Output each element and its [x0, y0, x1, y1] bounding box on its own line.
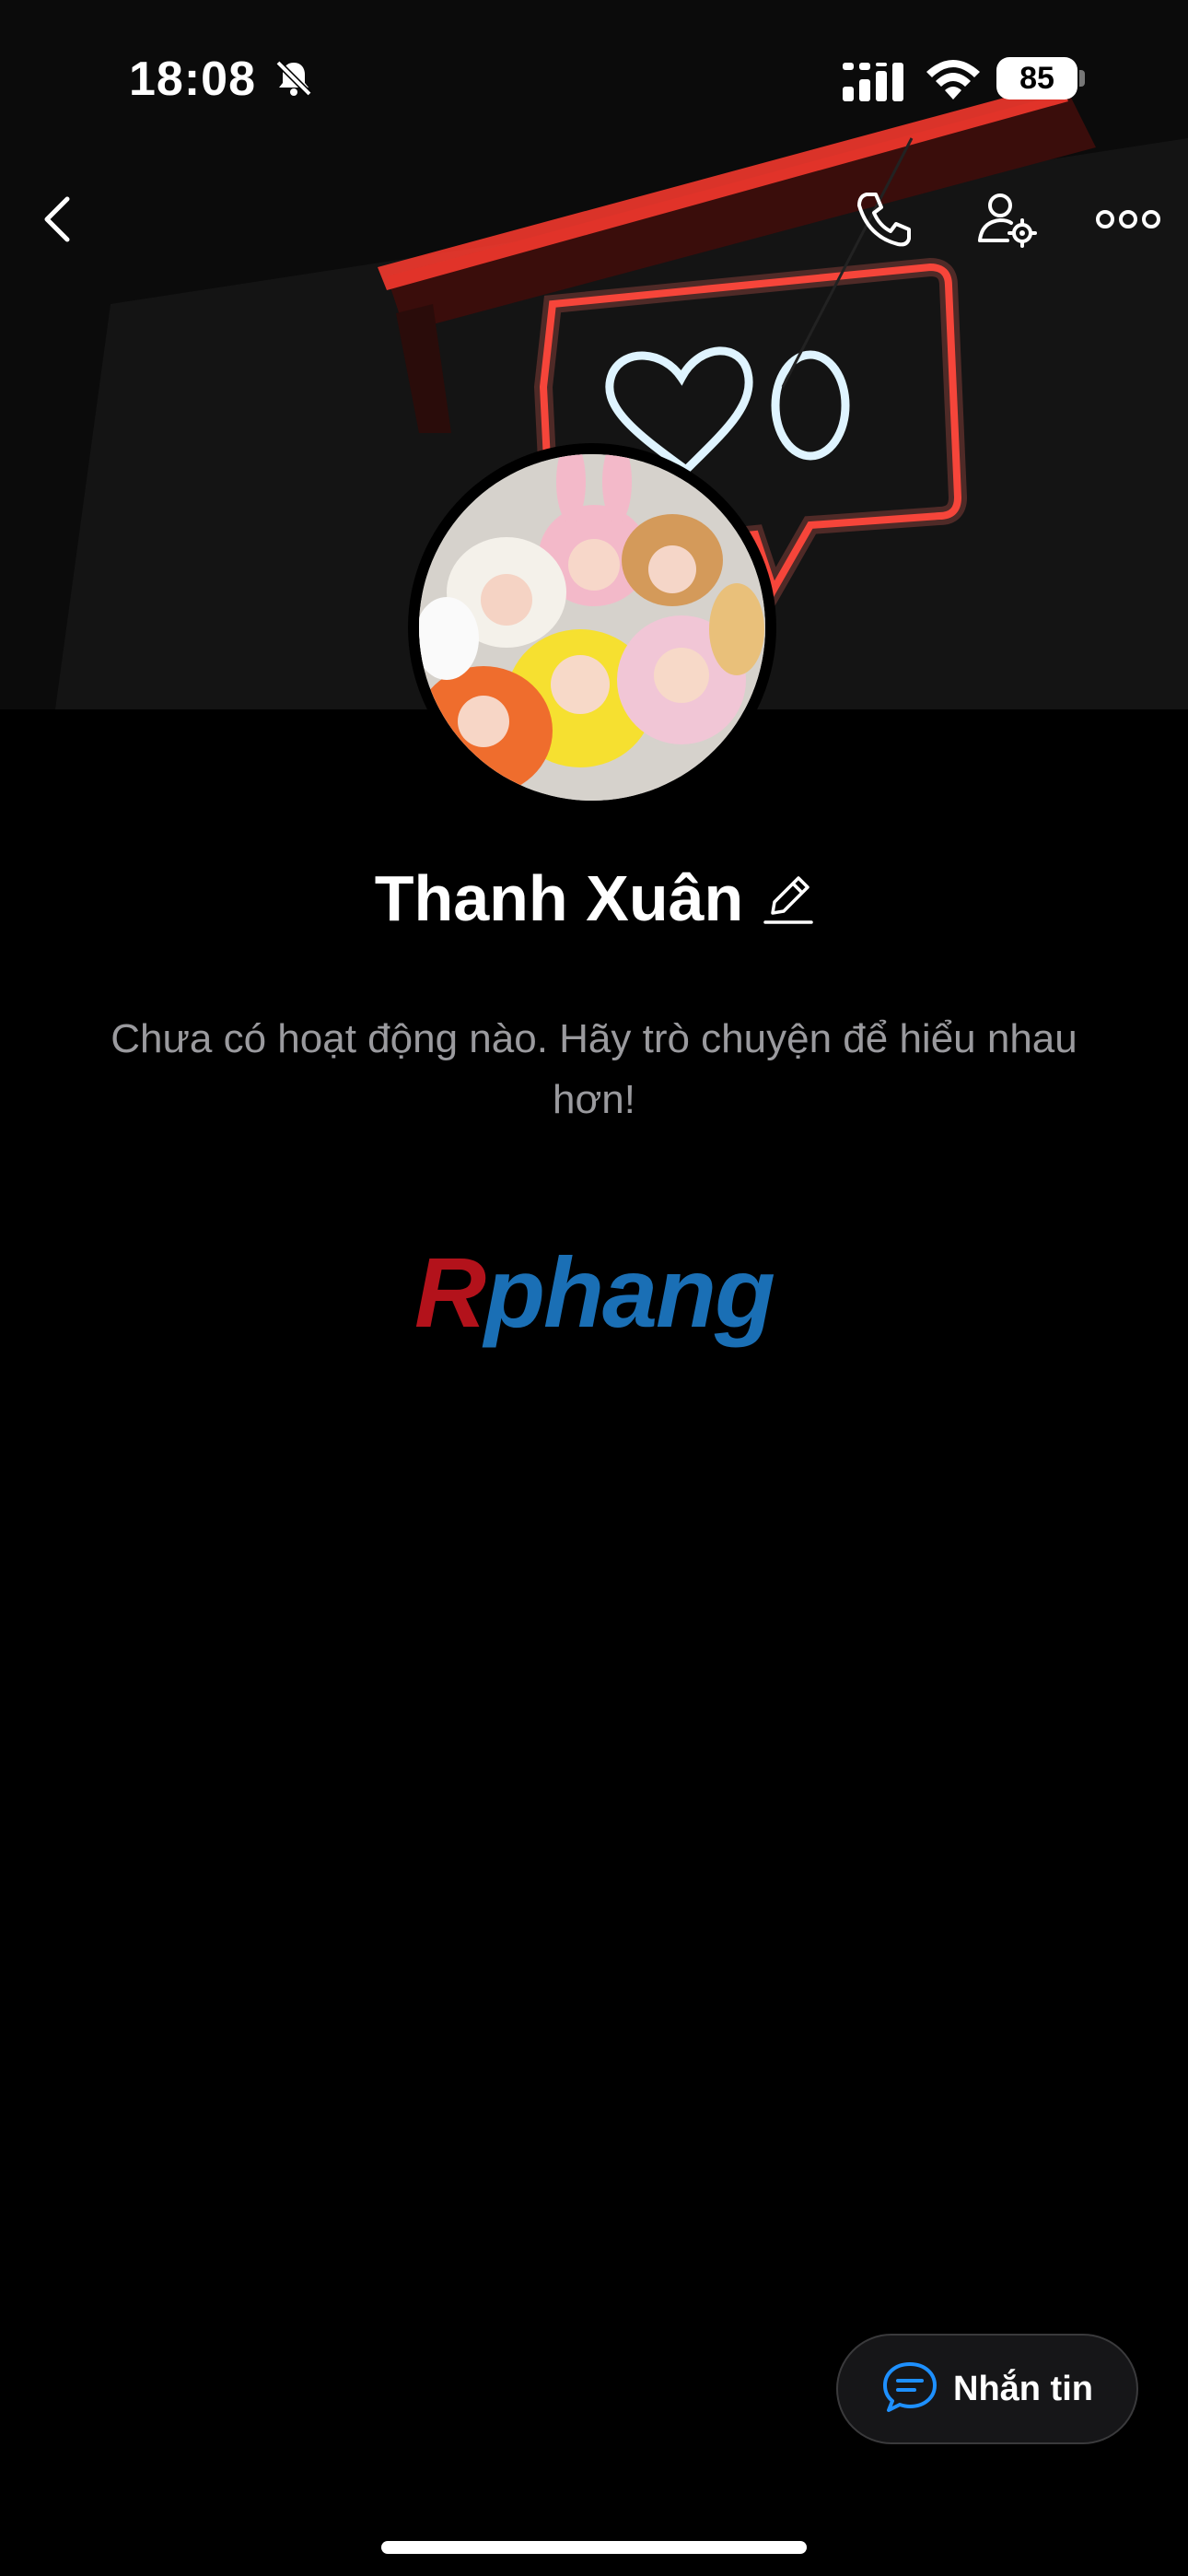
edit-pencil-icon[interactable]: [763, 872, 814, 931]
back-button[interactable]: [15, 180, 98, 263]
wifi-icon: [925, 59, 982, 106]
more-options-button[interactable]: [1087, 180, 1170, 263]
phone-icon: [854, 189, 914, 254]
more-dots-icon: [1096, 208, 1160, 235]
home-indicator[interactable]: [381, 2541, 807, 2554]
send-message-button[interactable]: Nhắn tin: [836, 2334, 1138, 2444]
status-bar: 18:08 85: [0, 0, 1188, 157]
battery-tip: [1079, 70, 1085, 87]
avatar[interactable]: [408, 443, 776, 812]
profile-name: Thanh Xuân: [374, 862, 744, 934]
watermark-logo: Rphang: [0, 1235, 1188, 1350]
watermark-letter: R: [414, 1236, 486, 1348]
battery-icon: 85: [996, 57, 1077, 100]
bell-slash-icon: [273, 57, 315, 104]
user-settings-icon: [976, 189, 1037, 254]
cellular-signal-icon: [843, 63, 905, 106]
call-button[interactable]: [843, 180, 926, 263]
chat-bubble-icon: [881, 2360, 938, 2418]
empty-activity-text: Chưa có hoạt động nào. Hãy trò chuyện để…: [111, 1016, 1077, 1122]
profile-name-row: Thanh Xuân: [0, 861, 1188, 935]
avatar-photo: [419, 454, 765, 801]
status-time: 18:08: [129, 53, 256, 106]
back-chevron-icon: [38, 192, 75, 252]
send-message-label: Nhắn tin: [953, 2369, 1093, 2408]
profile-settings-button[interactable]: [965, 180, 1048, 263]
watermark-text: phang: [484, 1236, 775, 1348]
